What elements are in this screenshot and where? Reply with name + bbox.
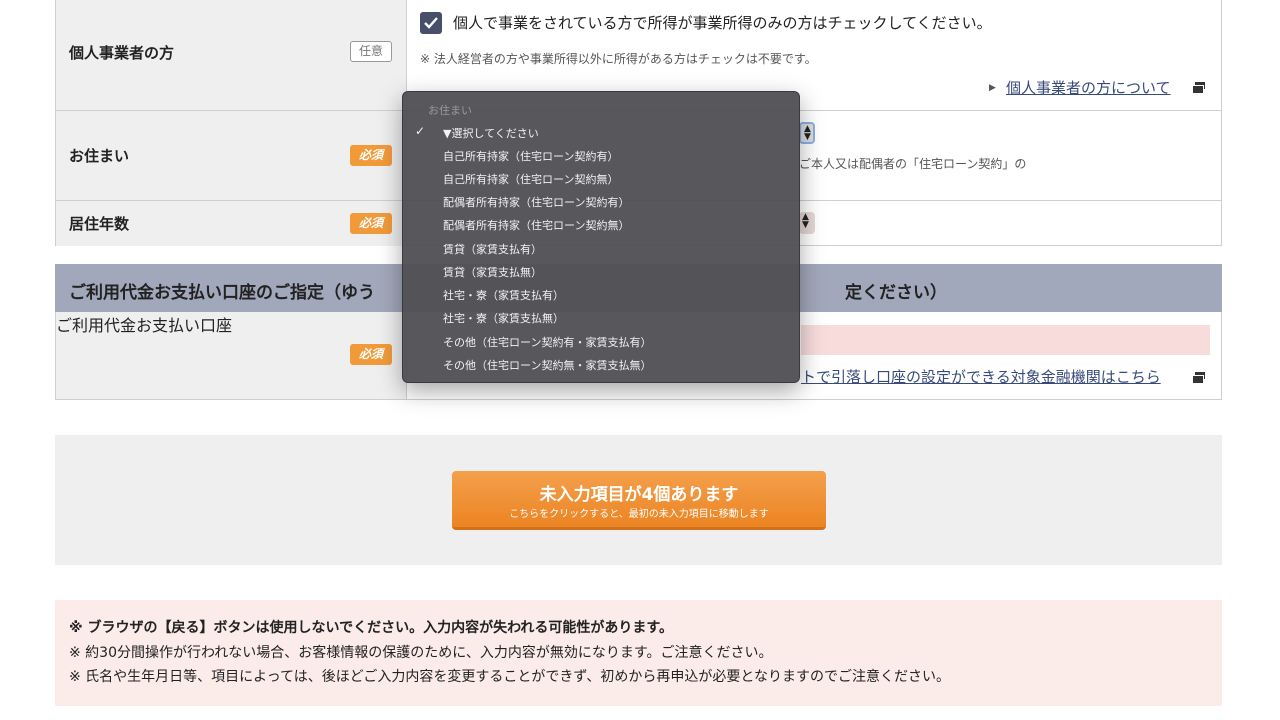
- residence-note: ご本人又は配偶者の「住宅ローン契約」の: [799, 157, 1027, 171]
- individual-business-info-link[interactable]: 個人事業者の方について: [1006, 77, 1171, 98]
- external-window-icon: [1192, 372, 1205, 384]
- dropdown-option[interactable]: 配偶者所有持家（住宅ローン契約有）: [403, 190, 799, 213]
- missing-fields-button-label: 未入力項目が4個あります: [539, 485, 739, 505]
- link-arrow-icon: ▶: [989, 83, 996, 93]
- residence-select[interactable]: ▲ ▼: [799, 122, 815, 144]
- required-badge: 必須: [350, 213, 392, 234]
- optional-badge: 任意: [350, 41, 392, 62]
- section-title-continued: 定ください）: [845, 283, 947, 303]
- option-label: 社宅・寮（家賃支払無）: [443, 312, 564, 325]
- dropdown-option[interactable]: ✓ ▼選択してください: [403, 121, 799, 144]
- dropdown-option[interactable]: 社宅・寮（家賃支払無）: [403, 306, 799, 329]
- option-label: その他（住宅ローン契約有・家賃支払有）: [443, 336, 652, 349]
- option-label: 自己所有持家（住宅ローン契約無）: [443, 173, 619, 186]
- missing-fields-button[interactable]: 未入力項目が4個あります こちらをクリックすると、最初の未入力項目に移動します: [452, 471, 826, 530]
- option-label: 配偶者所有持家（住宅ローン契約無）: [443, 219, 630, 232]
- dropdown-option[interactable]: 自己所有持家（住宅ローン契約無）: [403, 167, 799, 190]
- label-cell: 個人事業者の方 任意: [56, 0, 407, 110]
- payment-account-label: ご利用代金お支払い口座: [56, 316, 233, 335]
- individual-business-checkbox-label[interactable]: 個人で事業をされている方で所得が事業所得のみの方はチェックしてください。: [453, 12, 992, 33]
- required-badge: 必須: [350, 145, 392, 166]
- select-arrows-icon: ▲ ▼: [804, 124, 811, 142]
- years-select[interactable]: ▲ ▼: [799, 212, 815, 234]
- missing-fields-button-sublabel: こちらをクリックすると、最初の未入力項目に移動します: [509, 509, 769, 520]
- option-label: 賃貸（家賃支払無）: [443, 266, 542, 279]
- application-form-page: 個人事業者の方 任意 個人で事業をされている方で所得が事業所得のみの方はチェック…: [0, 0, 1280, 720]
- option-label: 自己所有持家（住宅ローン契約有）: [443, 150, 619, 163]
- required-badge: 必須: [350, 344, 392, 365]
- dropdown-option[interactable]: 配偶者所有持家（住宅ローン契約無）: [403, 213, 799, 236]
- option-label: 社宅・寮（家賃支払有）: [443, 289, 564, 302]
- dropdown-option[interactable]: その他（住宅ローン契約無・家賃支払無）: [403, 353, 799, 376]
- warning-box: ※ ブラウザの【戻る】ボタンは使用しないでください。入力内容が失われる可能性があ…: [55, 600, 1222, 706]
- dropdown-option[interactable]: 自己所有持家（住宅ローン契約有）: [403, 144, 799, 167]
- warning-line-1: ※ ブラウザの【戻る】ボタンは使用しないでください。入力内容が失われる可能性があ…: [69, 620, 673, 636]
- dropdown-header: お住まい: [428, 104, 472, 117]
- residence-dropdown-menu: お住まい ✓ ▼選択してください 自己所有持家（住宅ローン契約有） 自己所有持家（…: [402, 91, 800, 383]
- warning-line-3: ※ 氏名や生年月日等、項目によっては、後ほどご入力内容を変更することができず、初…: [69, 669, 950, 685]
- eligible-banks-link[interactable]: トで引落し口座の設定ができる対象金融機関はこちら: [801, 366, 1161, 387]
- option-label: 賃貸（家賃支払有）: [443, 243, 542, 256]
- checkmark-icon: ✓: [415, 124, 426, 138]
- option-label: ▼選択してください: [443, 127, 539, 140]
- individual-business-note: ※ 法人経営者の方や事業所得以外に所得がある方はチェックは不要です。: [420, 52, 817, 66]
- years-label: 居住年数: [69, 215, 130, 233]
- option-label: 配偶者所有持家（住宅ローン契約有）: [443, 196, 630, 209]
- residence-label: お住まい: [69, 147, 130, 165]
- payment-account-field[interactable]: [801, 325, 1210, 355]
- submit-area: 未入力項目が4個あります こちらをクリックすると、最初の未入力項目に移動します: [55, 435, 1222, 565]
- dropdown-option[interactable]: 社宅・寮（家賃支払有）: [403, 283, 799, 306]
- checkmark-icon: [424, 17, 438, 29]
- individual-business-label: 個人事業者の方: [69, 44, 175, 62]
- individual-business-checkbox[interactable]: [420, 12, 442, 34]
- label-cell: ご利用代金お支払い口座 必須: [56, 312, 407, 399]
- section-title: ご利用代金お支払い口座のご指定（ゆう: [69, 283, 375, 303]
- warning-line-2: ※ 約30分間操作が行われない場合、お客様情報の保護のために、入力内容が無効にな…: [69, 645, 773, 661]
- dropdown-option[interactable]: 賃貸（家賃支払有）: [403, 237, 799, 260]
- label-cell: 居住年数 必須: [56, 201, 407, 246]
- external-window-icon: [1192, 82, 1205, 94]
- select-arrows-icon: ▲ ▼: [802, 212, 809, 230]
- dropdown-option[interactable]: その他（住宅ローン契約有・家賃支払有）: [403, 330, 799, 353]
- option-label: その他（住宅ローン契約無・家賃支払無）: [443, 359, 652, 372]
- label-cell: お住まい 必須: [56, 111, 407, 200]
- dropdown-option[interactable]: 賃貸（家賃支払無）: [403, 260, 799, 283]
